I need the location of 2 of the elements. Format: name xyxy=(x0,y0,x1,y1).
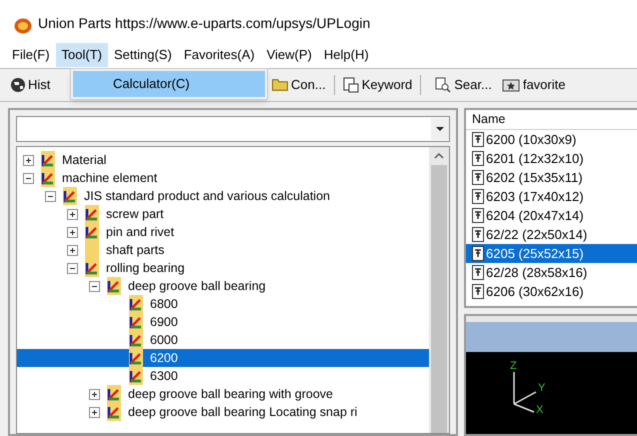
window-title: Union Parts https://www.e-uparts.com/upsys/UPLogin xyxy=(38,14,370,33)
axes-drawing: Z Y X xyxy=(500,358,560,413)
